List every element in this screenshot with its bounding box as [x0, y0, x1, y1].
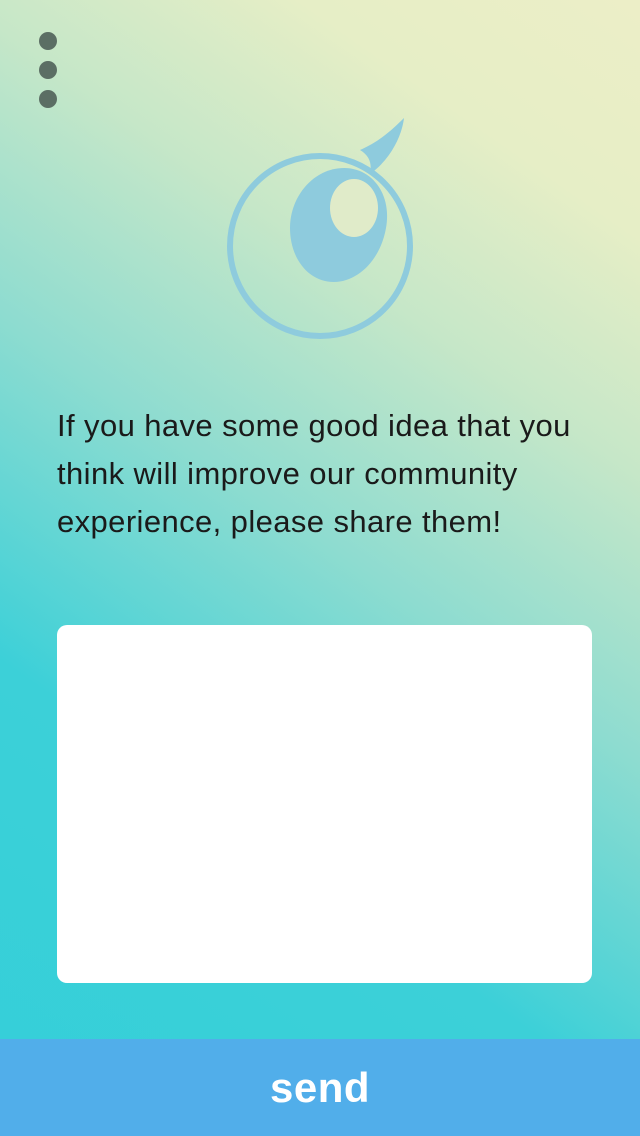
feedback-screen: { "header": { "menu_icon": "vertical-ell… [0, 0, 640, 1136]
idea-input[interactable] [57, 625, 592, 983]
prompt-text: If you have some good idea that you thin… [57, 408, 571, 539]
vertical-ellipsis-icon [39, 32, 57, 108]
menu-dot [39, 61, 57, 79]
logo-highlight [330, 179, 378, 237]
menu-dot [39, 90, 57, 108]
eye-speech-bubble-logo-icon [227, 118, 413, 339]
menu-dot [39, 32, 57, 50]
send-button[interactable]: send [0, 1039, 640, 1136]
menu-button[interactable] [30, 24, 66, 116]
